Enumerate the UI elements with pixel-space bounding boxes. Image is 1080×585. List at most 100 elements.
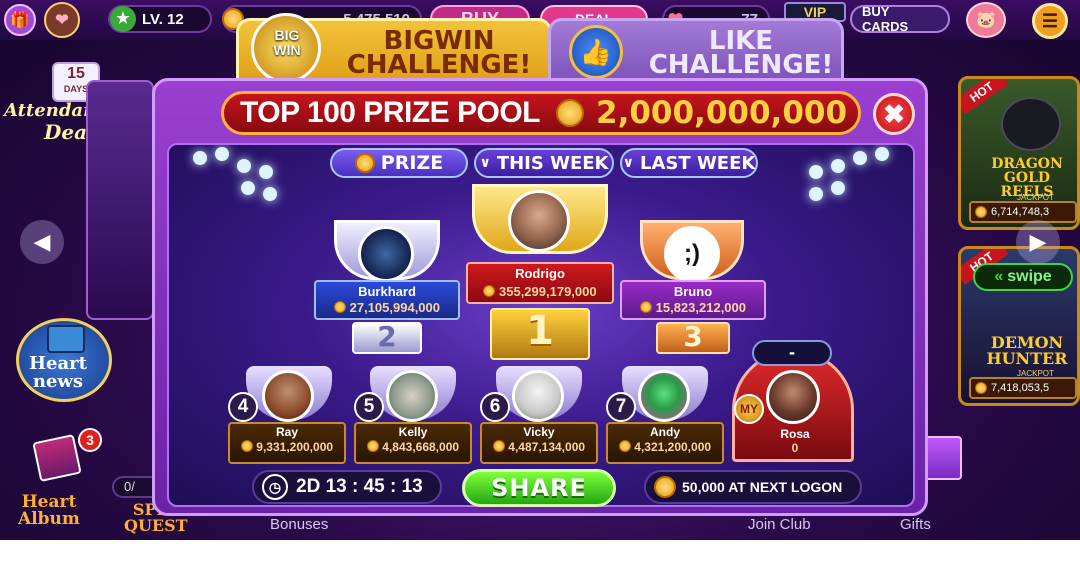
jackpot-label: JACKPOT [1017, 193, 1054, 202]
filter-this-week-label: THIS WEEK [496, 152, 609, 174]
game-lobby: 🎁 ❤ ★ LV. 12 5,475,510 BUY DEAL ❤ 77 VIP… [0, 0, 1080, 540]
close-button[interactable]: ✖ [873, 93, 915, 135]
nav-gifts[interactable]: Gifts [900, 516, 931, 533]
prize-pool-value: 2,000,000,000 [596, 95, 848, 131]
prize-pool-label: TOP 100 PRIZE POOL [240, 96, 541, 129]
player-score: 27,105,994,000 [314, 300, 460, 315]
filter-prize-button[interactable]: PRIZE [330, 148, 468, 178]
coin-icon [240, 440, 253, 452]
nav-bonuses[interactable]: Bonuses [270, 516, 328, 533]
rank-badge: 6 [480, 392, 510, 422]
heart-news-label: Heart news [29, 353, 87, 392]
rank-number: 3 [683, 320, 703, 353]
rank-badge: 5 [354, 392, 384, 422]
filter-last-week-label: LAST WEEK [640, 152, 756, 174]
player-score-value: 4,321,200,000 [634, 440, 712, 454]
coin-icon [334, 301, 346, 313]
chevron-down-icon: ∨ [622, 155, 635, 171]
jackpot-value: 6,714,748,3 [991, 206, 1050, 218]
swipe-label: swipe [1007, 268, 1052, 285]
player-score: 4,487,134,000 [480, 440, 598, 454]
heart-album-label: Heart Album [18, 492, 80, 529]
clock-icon: ◷ [262, 474, 288, 500]
tv-icon [47, 325, 85, 353]
player-name: Vicky [523, 425, 555, 439]
coin-icon [366, 440, 379, 452]
player-score: 0 [791, 441, 799, 455]
player-score-value: 4,843,668,000 [382, 440, 460, 454]
my-rank-position: - [752, 340, 832, 366]
tab-bigwin-challenge[interactable]: BIG WIN BIGWIN CHALLENGE! [236, 13, 552, 84]
player-score: 4,321,200,000 [606, 440, 724, 454]
avatar[interactable]: ❤ [44, 2, 80, 38]
heart-news-button[interactable]: Heart news [16, 318, 112, 402]
piggy-bank-icon[interactable]: 🐷 [966, 2, 1006, 38]
countdown-value: 2D 13 : 45 : 13 [296, 476, 423, 497]
avatar [638, 370, 690, 422]
right-arrow-button[interactable]: ▶ [1016, 220, 1060, 264]
left-arrow-button[interactable]: ◀ [20, 220, 64, 264]
share-label: SHARE [491, 474, 587, 502]
buy-cards-label: BUY CARDS [862, 4, 909, 34]
coin-icon [354, 153, 375, 173]
player-name: Burkhard [358, 284, 416, 299]
left-promo-banner[interactable] [86, 80, 154, 320]
my-badge: MY [734, 394, 764, 424]
rank-badge: 7 [606, 392, 636, 422]
game-card-dragon[interactable]: HOT DRAGON GOLD REELS JACKPOT 6,714,748,… [958, 76, 1080, 230]
spotlight-left [189, 145, 309, 205]
menu-icon[interactable]: ☰ [1032, 3, 1068, 39]
filter-this-week-button[interactable]: ∨ THIS WEEK [474, 148, 614, 178]
buy-cards-button[interactable]: BUY CARDS [850, 4, 950, 34]
bigwin-trophy-text: BIG WIN [273, 27, 301, 58]
level-text: LV. 12 [142, 10, 184, 28]
heart-album-button[interactable]: 3 Heart Album [14, 428, 108, 528]
filter-prize-label: PRIZE [380, 152, 444, 174]
avatar [766, 370, 820, 424]
next-logon-text: 50,000 AT NEXT LOGON [682, 479, 843, 495]
rank-badge: 4 [228, 392, 258, 422]
player-name: Ray [275, 425, 298, 439]
player-name: Rodrigo [515, 266, 565, 281]
filter-last-week-button[interactable]: ∨ LAST WEEK [620, 148, 758, 178]
player-score-value: 4,487,134,000 [508, 440, 586, 454]
avatar [262, 370, 314, 422]
tab-bigwin-label: BIGWIN CHALLENGE! [346, 26, 532, 80]
coin-icon [492, 440, 505, 452]
next-logon-reward: 50,000 AT NEXT LOGON [644, 470, 862, 504]
avatar [386, 370, 438, 422]
level-display: ★ LV. 12 [108, 5, 212, 33]
player-score: 15,823,212,000 [620, 300, 766, 315]
player-score-value: 9,331,200,000 [256, 440, 334, 454]
game-card-demon[interactable]: HOT « swipe DEMON HUNTER JACKPOT 7,418,0… [958, 246, 1080, 406]
close-icon: ✖ [883, 98, 905, 129]
hot-badge: HOT [961, 79, 1009, 115]
rank-number: 2 [377, 320, 397, 353]
rank-number: 1 [526, 308, 554, 354]
coin-icon [975, 382, 987, 394]
album-badge: 3 [78, 428, 102, 452]
player-score: 4,843,668,000 [354, 440, 472, 454]
dragon-icon [1001, 97, 1061, 151]
avatar [508, 190, 570, 252]
tab-like-challenge[interactable]: 👍 LIKE CHALLENGE! [548, 18, 844, 84]
player-name: Kelly [398, 425, 428, 439]
swipe-hint[interactable]: « swipe [973, 263, 1073, 291]
player-score-value: 27,105,994,000 [349, 300, 440, 315]
coin-icon [975, 206, 987, 218]
avatar [358, 226, 414, 282]
jackpot-value: 7,418,053,5 [991, 382, 1050, 394]
avatar [512, 370, 564, 422]
player-score: 9,331,200,000 [228, 440, 346, 454]
coin-icon [556, 99, 584, 127]
coin-icon [654, 476, 676, 498]
tab-like-label: LIKE CHALLENGE! [648, 26, 834, 80]
share-button[interactable]: SHARE [462, 469, 616, 507]
coin-icon [618, 440, 631, 452]
like-trophy-icon: 👍 [569, 25, 623, 79]
coin-icon [640, 301, 652, 313]
player-score-value: 355,299,179,000 [499, 284, 597, 299]
coin-icon [483, 285, 496, 297]
nav-join-club[interactable]: Join Club [748, 516, 811, 533]
gift-icon[interactable]: 🎁 [4, 4, 36, 36]
